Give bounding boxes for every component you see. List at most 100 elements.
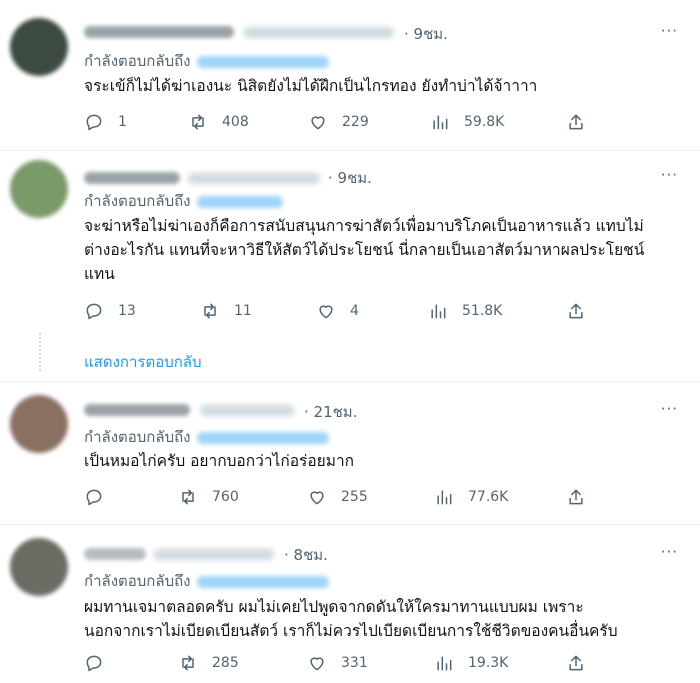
more-options-icon[interactable]: ··· (661, 166, 678, 184)
repost-icon (192, 114, 204, 130)
display-name-blurred[interactable] (84, 404, 190, 416)
reply-icon (86, 114, 102, 131)
timestamp[interactable]: · 8ชม. (284, 543, 328, 567)
views-chart-icon (433, 115, 448, 130)
tweet-text: จะฆ่าหรือไม่ฆ่าเองก็คือการสนับสนุนการฆ่า… (84, 214, 684, 286)
like-button[interactable]: 331 (307, 653, 368, 673)
reply-count: 13 (118, 303, 136, 319)
replying-to: กำลังตอบกลับถึง (84, 189, 283, 213)
views-chart-icon (437, 490, 452, 505)
tweet-text: เป็นหมอไก่ครับ อยากบอกว่าไก่อร่อยมาก (84, 449, 684, 473)
reply-button[interactable]: 1 (84, 112, 127, 132)
share-button[interactable] (566, 301, 586, 321)
avatar[interactable] (10, 18, 68, 76)
repost-count: 408 (222, 114, 249, 130)
display-name-blurred[interactable] (84, 26, 234, 38)
display-name-blurred[interactable] (84, 172, 180, 184)
view-count: 77.6K (468, 489, 509, 505)
handle-blurred (154, 549, 274, 560)
heart-icon (310, 491, 324, 505)
timestamp[interactable]: · 9ชม. (328, 166, 372, 190)
views-button[interactable]: 59.8K (430, 112, 504, 132)
repost-count: 760 (212, 489, 239, 505)
avatar[interactable] (10, 395, 68, 453)
repost-button[interactable]: 760 (178, 487, 239, 507)
more-options-icon[interactable]: ··· (661, 543, 678, 561)
reply-tweet-3[interactable]: · 21ชม. ··· กำลังตอบกลับถึง เป็นหมอไก่คร… (0, 381, 700, 524)
share-icon (569, 114, 583, 130)
heart-icon (319, 305, 333, 319)
timestamp[interactable]: · 9ชม. (404, 22, 448, 46)
reply-button[interactable]: 13 (84, 301, 136, 321)
like-count: 4 (350, 303, 359, 319)
show-replies-link[interactable]: แสดงการตอบกลับ (84, 350, 202, 374)
repost-button[interactable]: 285 (178, 653, 239, 673)
repost-button[interactable]: 408 (188, 112, 249, 132)
reply-tweet-2[interactable]: · 9ชม. ··· กำลังตอบกลับถึง จะฆ่าหรือไม่ฆ… (0, 150, 700, 378)
view-count: 59.8K (464, 114, 505, 130)
tweet-text-line: จระเข้ก็ไม่ได้ฆ่าเองนะ นิสิตยังไม่ได้ฝึก… (84, 77, 538, 95)
avatar[interactable] (10, 160, 68, 218)
like-button[interactable]: 229 (308, 112, 369, 132)
reply-tweet-4[interactable]: · 8ชม. ··· กำลังตอบกลับถึง ผมทานเจมาตลอด… (0, 524, 700, 683)
share-button[interactable] (566, 487, 586, 507)
like-button[interactable]: 4 (316, 301, 359, 321)
share-icon (569, 655, 583, 671)
avatar[interactable] (10, 538, 68, 596)
action-bar: 1 408 229 59.8K (0, 112, 700, 136)
tweet-text: ผมทานเจมาตลอดครับ ผมไม่เคยไปพูดจากดดันให… (84, 595, 684, 643)
tweet-text-line: นอกจากเราไม่เบียดเบียนสัตว์ เราก็ไม่ควรไ… (84, 622, 618, 640)
views-button[interactable]: 51.8K (428, 301, 502, 321)
more-options-icon[interactable]: ··· (661, 22, 678, 40)
repost-icon (182, 489, 194, 505)
tweet-text-line: ต่างอะไรกัน แทนที่จะหาวิธีให้สัตว์ได้ประ… (84, 241, 645, 259)
more-options-icon[interactable]: ··· (661, 400, 678, 418)
repost-icon (182, 655, 194, 671)
replying-to-label: กำลังตอบกลับถึง (84, 428, 191, 446)
view-count: 51.8K (462, 303, 503, 319)
like-count: 255 (341, 489, 368, 505)
mention-blurred[interactable] (196, 431, 329, 444)
tweet-text-line: จะฆ่าหรือไม่ฆ่าเองก็คือการสนับสนุนการฆ่า… (84, 217, 644, 235)
repost-icon (204, 303, 216, 319)
handle-blurred (244, 27, 394, 38)
mention-blurred[interactable] (196, 575, 329, 588)
views-button[interactable]: 19.3K (434, 653, 508, 673)
replying-to-label: กำลังตอบกลับถึง (84, 52, 191, 70)
share-icon (569, 489, 583, 505)
share-icon (569, 303, 583, 319)
reply-button[interactable] (84, 653, 104, 673)
tweet-text-line: เป็นหมอไก่ครับ อยากบอกว่าไก่อร่อยมาก (84, 452, 355, 470)
replying-to: กำลังตอบกลับถึง (84, 49, 329, 73)
reply-icon (86, 489, 102, 506)
share-button[interactable] (566, 653, 586, 673)
heart-icon (311, 116, 325, 130)
handle-blurred (200, 405, 294, 416)
timestamp[interactable]: · 21ชม. (304, 400, 357, 424)
tweet-text: จระเข้ก็ไม่ได้ฆ่าเองนะ นิสิตยังไม่ได้ฝึก… (84, 74, 684, 98)
action-bar: 760 255 77.6K (0, 487, 700, 511)
mention-blurred[interactable] (196, 55, 329, 68)
replying-to: กำลังตอบกลับถึง (84, 569, 329, 593)
like-button[interactable]: 255 (307, 487, 368, 507)
thread-connector (39, 333, 41, 373)
views-chart-icon (431, 304, 446, 319)
like-count: 229 (342, 114, 369, 130)
display-name-blurred[interactable] (84, 548, 146, 560)
views-chart-icon (437, 656, 452, 671)
share-button[interactable] (566, 112, 586, 132)
view-count: 19.3K (468, 655, 509, 671)
mention-blurred[interactable] (196, 195, 283, 208)
reply-thread: · 9ชม. ··· กำลังตอบกลับถึง จระเข้ก็ไม่ได… (0, 0, 700, 683)
heart-icon (310, 657, 324, 671)
reply-count: 1 (118, 114, 127, 130)
views-button[interactable]: 77.6K (434, 487, 508, 507)
repost-button[interactable]: 11 (200, 301, 252, 321)
action-bar: 285 331 19.3K (0, 653, 700, 677)
like-count: 331 (341, 655, 368, 671)
reply-button[interactable] (84, 487, 104, 507)
reply-tweet-1[interactable]: · 9ชม. ··· กำลังตอบกลับถึง จระเข้ก็ไม่ได… (0, 0, 700, 150)
tweet-text-line: ผมทานเจมาตลอดครับ ผมไม่เคยไปพูดจากดดันให… (84, 598, 584, 616)
repost-count: 285 (212, 655, 239, 671)
replying-to-label: กำลังตอบกลับถึง (84, 192, 191, 210)
